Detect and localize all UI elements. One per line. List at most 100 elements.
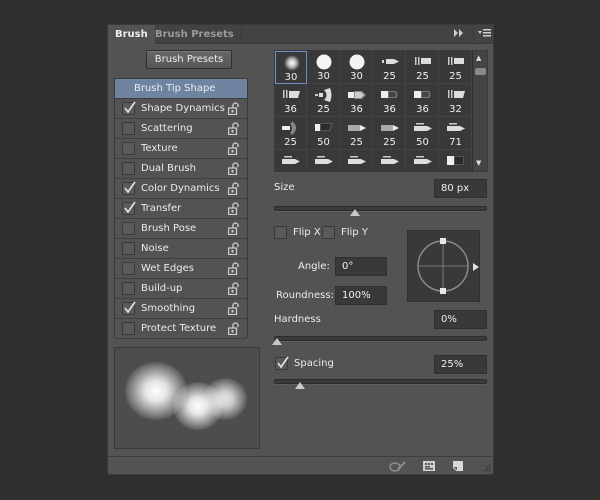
lock-icon[interactable]: [227, 102, 239, 116]
brush-presets-button[interactable]: Brush Presets: [146, 50, 232, 69]
lock-icon[interactable]: [227, 262, 239, 276]
lock-icon[interactable]: [227, 182, 239, 196]
brush-option-smoothing[interactable]: Smoothing: [115, 299, 247, 319]
option-checkbox[interactable]: [122, 122, 135, 135]
brush-tip-cell[interactable]: 50: [407, 150, 439, 171]
hardness-slider-track[interactable]: [274, 336, 487, 341]
brush-tip-pencil-thin-icon: [412, 120, 434, 136]
flip-x-checkbox[interactable]: [274, 226, 287, 239]
roundness-input[interactable]: 100%: [335, 286, 387, 305]
option-checkbox[interactable]: [122, 101, 136, 115]
hardness-input[interactable]: 0%: [434, 310, 487, 329]
brush-tip-cell[interactable]: 25: [407, 51, 439, 84]
option-checkbox[interactable]: [122, 322, 135, 335]
panel-menu-icon[interactable]: [478, 28, 492, 41]
brush-option-dual-brush[interactable]: Dual Brush: [115, 159, 247, 179]
brush-option-brush-pose[interactable]: Brush Pose: [115, 219, 247, 239]
brush-tip-cell[interactable]: 36: [407, 84, 439, 117]
brush-tip-cell[interactable]: 50: [407, 117, 439, 150]
option-label: Smoothing: [141, 303, 196, 314]
brush-tip-size: 71: [449, 137, 462, 148]
option-checkbox[interactable]: [122, 282, 135, 295]
spacing-checkbox[interactable]: [275, 356, 289, 370]
scroll-thumb[interactable]: [475, 68, 486, 75]
option-checkbox[interactable]: [122, 162, 135, 175]
brush-tip-cell[interactable]: 50: [308, 117, 340, 150]
brush-tip-cell[interactable]: 25: [275, 150, 307, 171]
size-label: Size: [274, 182, 295, 193]
brush-option-scattering[interactable]: Scattering: [115, 119, 247, 139]
hardness-label: Hardness: [274, 314, 321, 325]
brush-tip-cell[interactable]: 32: [440, 84, 472, 117]
lock-icon[interactable]: [227, 142, 239, 156]
option-checkbox[interactable]: [122, 301, 136, 315]
scroll-down-arrow-icon[interactable]: ▼: [476, 159, 481, 167]
lock-icon[interactable]: [227, 202, 239, 216]
brush-tip-cell[interactable]: 30: [275, 51, 307, 84]
size-slider-track[interactable]: [274, 206, 487, 211]
size-slider-thumb[interactable]: [349, 209, 360, 216]
brush-tip-fan-icon: [313, 87, 335, 103]
option-checkbox[interactable]: [122, 142, 135, 155]
flip-y-checkbox[interactable]: [322, 226, 335, 239]
lock-icon[interactable]: [227, 322, 239, 336]
hardness-slider-thumb[interactable]: [271, 338, 282, 345]
angle-input[interactable]: 0°: [335, 257, 387, 276]
option-label: Color Dynamics: [141, 183, 220, 194]
brush-tip-cell[interactable]: 25: [341, 117, 373, 150]
brush-tip-cell[interactable]: 25: [275, 117, 307, 150]
brush-option-texture[interactable]: Texture: [115, 139, 247, 159]
brush-tip-cell[interactable]: 25: [308, 84, 340, 117]
size-input[interactable]: 80 px: [434, 179, 487, 198]
brush-tip-cell[interactable]: 30: [341, 51, 373, 84]
option-checkbox[interactable]: [122, 181, 136, 195]
brush-tip-cell[interactable]: 36: [341, 84, 373, 117]
brush-option-transfer[interactable]: Transfer: [115, 199, 247, 219]
brush-projection-icon[interactable]: [423, 461, 436, 475]
brush-tip-cell[interactable]: 30: [308, 51, 340, 84]
lock-icon[interactable]: [227, 302, 239, 316]
lock-icon[interactable]: [227, 282, 239, 296]
double-chevron-right-icon[interactable]: [453, 28, 465, 41]
brush-tip-cell[interactable]: 25: [440, 51, 472, 84]
tab-brush-presets[interactable]: Brush Presets: [148, 25, 242, 44]
brush-tip-cell[interactable]: 71: [440, 117, 472, 150]
brush-option-wet-edges[interactable]: Wet Edges: [115, 259, 247, 279]
brush-tip-cell[interactable]: 25: [374, 117, 406, 150]
brush-tip-pencil-icon: [379, 120, 401, 136]
option-checkbox[interactable]: [122, 201, 136, 215]
angle-roundness-widget[interactable]: [407, 230, 480, 302]
spacing-slider-thumb[interactable]: [294, 382, 305, 389]
brush-tip-size: 30: [284, 72, 298, 83]
brush-option-shape-dynamics[interactable]: Shape Dynamics: [115, 99, 247, 119]
brush-tip-cell[interactable]: 50: [308, 150, 340, 171]
spacing-input[interactable]: 25%: [434, 355, 487, 374]
lock-icon[interactable]: [227, 162, 239, 176]
spacing-slider-track[interactable]: [274, 379, 487, 384]
option-checkbox[interactable]: [122, 242, 135, 255]
angle-arrow-icon[interactable]: [473, 263, 479, 271]
angle-dial-icon: [417, 238, 469, 294]
tip-grid-scrollbar[interactable]: ▲ ▼: [472, 51, 487, 171]
brush-tip-cell[interactable]: 36: [275, 84, 307, 117]
option-checkbox[interactable]: [122, 222, 135, 235]
scroll-up-arrow-icon[interactable]: ▲: [476, 54, 481, 62]
lock-icon[interactable]: [227, 242, 239, 256]
brush-option-protect-texture[interactable]: Protect Texture: [115, 319, 247, 339]
brush-tip-cell[interactable]: 36: [440, 150, 472, 171]
brush-option-brush-tip-shape[interactable]: Brush Tip Shape: [115, 79, 247, 99]
create-new-brush-icon[interactable]: [452, 461, 464, 475]
brush-option-build-up[interactable]: Build-up: [115, 279, 247, 299]
brush-option-noise[interactable]: Noise: [115, 239, 247, 259]
lock-icon[interactable]: [227, 122, 239, 136]
brush-tip-cell[interactable]: 50: [341, 150, 373, 171]
brush-tip-cell[interactable]: 50: [374, 150, 406, 171]
brush-tip-pencil-thin-icon: [445, 120, 467, 136]
brush-tip-cell[interactable]: 36: [374, 84, 406, 117]
option-checkbox[interactable]: [122, 262, 135, 275]
brush-tip-cell[interactable]: 25: [374, 51, 406, 84]
resize-grip-icon[interactable]: [482, 463, 491, 475]
brush-option-color-dynamics[interactable]: Color Dynamics: [115, 179, 247, 199]
toggle-live-tip-icon[interactable]: [389, 461, 407, 475]
lock-icon[interactable]: [227, 222, 239, 236]
